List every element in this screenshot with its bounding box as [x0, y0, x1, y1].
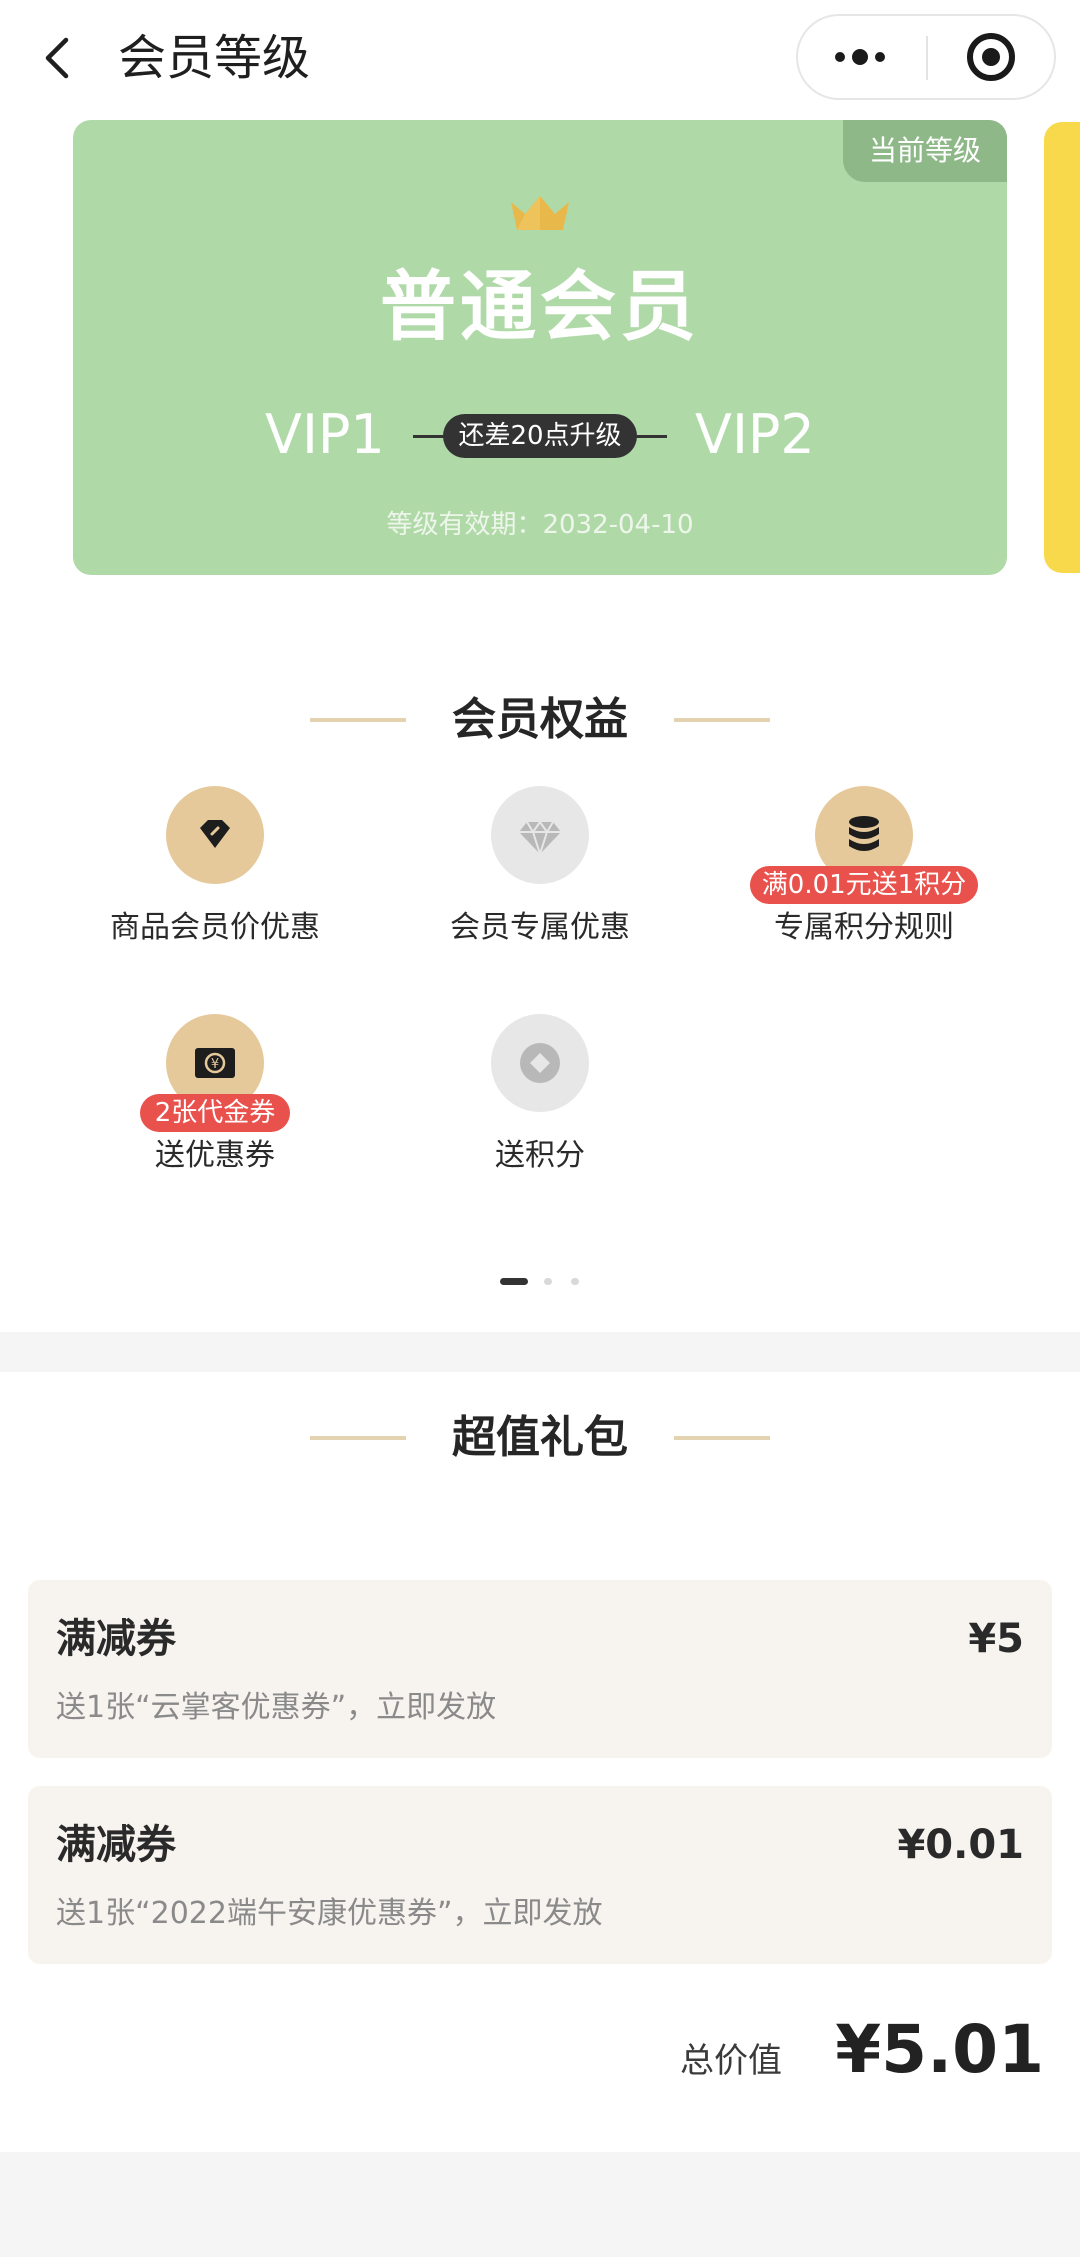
level-validity: 等级有效期：2032-04-10 [386, 510, 694, 540]
nav-bar: 会员等级 [0, 0, 1080, 118]
coupon-desc: 送1张“2022端午安康优惠券”，立即发放 [56, 1896, 603, 1931]
gift-pack-section: 超值礼包 满减券 ¥5 送1张“云掌客优惠券”，立即发放 满减券 ¥0.01 送… [0, 1372, 1080, 2152]
tag-icon [166, 786, 264, 884]
coupon-desc: 送1张“云掌客优惠券”，立即发放 [56, 1690, 497, 1725]
progress-line-left [413, 435, 447, 438]
coupon-card: 满减券 ¥0.01 送1张“2022端午安康优惠券”，立即发放 [28, 1786, 1052, 1964]
total-label: 总价值 [680, 2041, 782, 2081]
upgrade-progress-pill: 还差20点升级 [443, 414, 637, 458]
benefit-points-rule[interactable]: 满0.01元送1积分 专属积分规则 [734, 786, 994, 986]
diamond-icon [491, 786, 589, 884]
next-vip-label: VIP2 [695, 403, 815, 466]
pager-dot-active[interactable] [500, 1278, 528, 1285]
more-icon[interactable] [798, 16, 927, 98]
gift-section-title: 超值礼包 [0, 1398, 1080, 1478]
current-level-tag: 当前等级 [843, 120, 1007, 182]
coupon-card: 满减券 ¥5 送1张“云掌客优惠券”，立即发放 [28, 1580, 1052, 1758]
title-decor-right [674, 718, 770, 722]
title-decor-right [674, 1436, 770, 1440]
page-title: 会员等级 [118, 30, 311, 86]
benefits-section-title: 会员权益 [0, 680, 1080, 760]
benefit-badge: 满0.01元送1积分 [750, 866, 978, 904]
total-value: ¥5.01 [835, 2011, 1044, 2088]
member-level-page: 会员等级 当前等级 普通会员 VIP1 还差20点升级 VIP2 等级有效期：2… [0, 0, 1080, 2257]
coupon-price: ¥5 [968, 1616, 1024, 1662]
benefit-label: 送积分 [495, 1138, 585, 1173]
level-section: 当前等级 普通会员 VIP1 还差20点升级 VIP2 等级有效期：2032-0… [0, 118, 1080, 1332]
coupon-name: 满减券 [56, 1822, 176, 1868]
benefit-label: 专属积分规则 [774, 910, 954, 945]
benefit-coupons[interactable]: ¥ 2张代金券 送优惠券 [85, 1014, 345, 1214]
current-vip-label: VIP1 [265, 403, 385, 466]
coupon-price: ¥0.01 [897, 1822, 1024, 1868]
gift-title: 超值礼包 [452, 1412, 628, 1463]
benefits-pager [500, 1278, 580, 1286]
mini-program-capsule [796, 14, 1056, 100]
benefit-label: 送优惠券 [155, 1138, 275, 1173]
pager-dot[interactable] [544, 1278, 552, 1285]
level-card[interactable]: 当前等级 普通会员 VIP1 还差20点升级 VIP2 等级有效期：2032-0… [73, 120, 1007, 575]
benefit-badge: 2张代金券 [140, 1094, 290, 1132]
svg-text:¥: ¥ [211, 1057, 219, 1072]
points-icon [491, 1014, 589, 1112]
benefit-points[interactable]: 送积分 [410, 1014, 670, 1214]
benefit-label: 会员专属优惠 [450, 910, 630, 945]
close-miniprogram-icon[interactable] [929, 16, 1054, 98]
benefit-exclusive-offer[interactable]: 会员专属优惠 [410, 786, 670, 986]
back-icon[interactable] [36, 30, 80, 86]
pager-dot[interactable] [571, 1278, 579, 1285]
crown-icon [507, 192, 573, 234]
benefits-title: 会员权益 [452, 694, 628, 745]
coupon-name: 满减券 [56, 1616, 176, 1662]
level-name: 普通会员 [380, 262, 700, 351]
benefit-label: 商品会员价优惠 [110, 910, 320, 945]
progress-line-right [633, 435, 667, 438]
next-level-card-peek[interactable] [1044, 122, 1080, 573]
benefit-member-price[interactable]: 商品会员价优惠 [85, 786, 345, 986]
capsule-divider [926, 36, 928, 80]
